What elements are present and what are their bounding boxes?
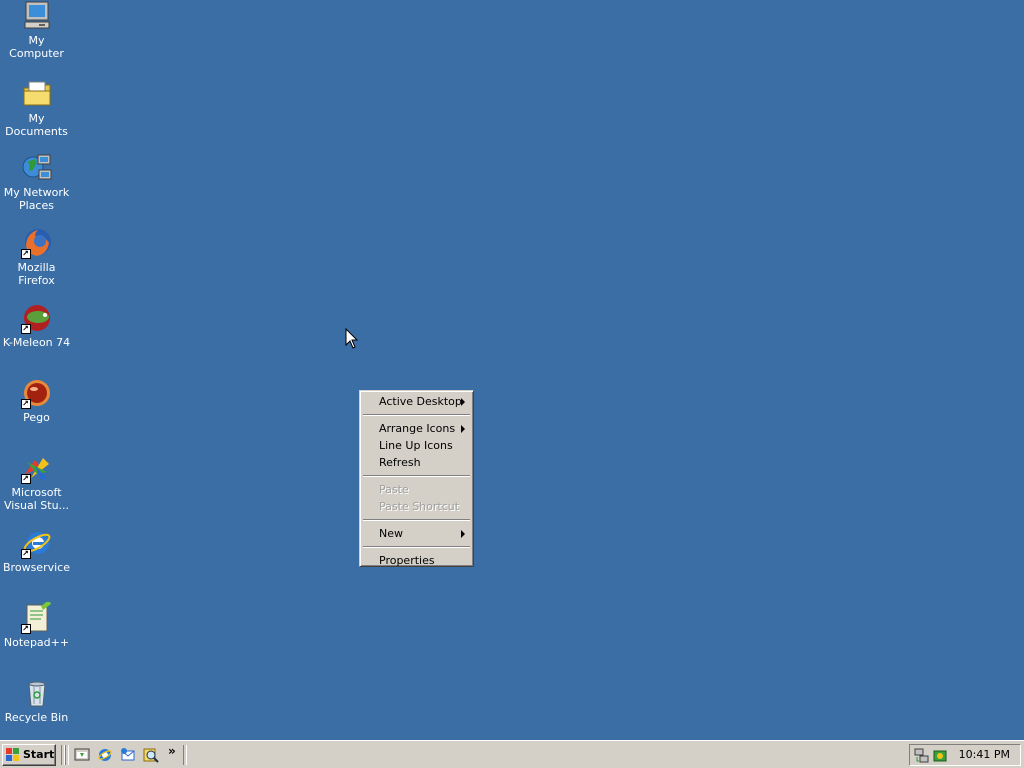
desktop-icon-notepad-plus-plus[interactable]: ↗ Notepad++ [0,600,73,649]
submenu-arrow-icon [461,425,465,433]
folder-icon [21,78,53,110]
menu-item-line-up-icons[interactable]: Line Up Icons [362,437,471,454]
ie-icon: ↗ [20,527,53,559]
desktop-icon-my-computer[interactable]: My Computer [0,0,73,60]
visual-studio-icon: ↗ [20,452,53,484]
notepad-icon: ↗ [20,600,53,634]
menu-item-label: Arrange Icons [379,422,456,435]
desktop-icon-browservice[interactable]: ↗ Browservice [0,527,73,574]
desktop-icon-label: My Network Places [3,186,70,212]
toolbar-grip[interactable] [65,745,69,765]
menu-separator [363,414,470,416]
desktop-icon-mozilla-firefox[interactable]: ↗ Mozilla Firefox [0,227,73,287]
desktop-icon-label: Notepad++ [3,636,70,649]
desktop-icon-visual-studio[interactable]: ↗ Microsoft Visual Stu... [0,452,73,512]
desktop-icon-recycle-bin[interactable]: Recycle Bin [0,677,73,724]
shortcut-arrow-icon: ↗ [20,474,31,484]
menu-item-label: Refresh [379,456,421,469]
desktop-icon-label: Microsoft Visual Stu... [3,486,70,512]
outlook-icon[interactable] [120,747,136,763]
computer-icon [21,0,53,32]
desktop-icon-k-meleon[interactable]: ↗ K-Meleon 74 [0,302,73,349]
menu-separator [363,546,470,548]
shortcut-arrow-icon: ↗ [20,624,31,634]
menu-item-active-desktop[interactable]: Active Desktop [362,393,471,410]
ie-icon[interactable] [97,747,113,763]
menu-item-refresh[interactable]: Refresh [362,454,471,471]
desktop-icon-my-documents[interactable]: My Documents [0,78,73,138]
system-tray: 10:41 PM [909,744,1021,766]
desktop-icon-label: Recycle Bin [4,711,69,724]
menu-item-label: Line Up Icons [379,439,453,452]
clock[interactable]: 10:41 PM [959,745,1010,765]
shortcut-arrow-icon: ↗ [20,399,31,409]
desktop-icon-label: My Computer [9,34,64,60]
menu-item-properties[interactable]: Properties [362,552,471,569]
start-button[interactable]: Start [2,744,56,766]
shortcut-arrow-icon: ↗ [20,549,31,559]
desktop-icon-label: Browservice [3,561,70,574]
recycle-bin-icon [21,677,53,709]
desktop-icon-label: My Documents [5,112,68,138]
start-label: Start [23,748,55,761]
submenu-arrow-icon [461,530,465,538]
desktop[interactable]: My Computer My Documents My Network Plac… [0,0,1024,740]
shortcut-arrow-icon: ↗ [20,324,31,334]
shortcut-arrow-icon: ↗ [20,249,31,259]
search-icon[interactable] [143,747,159,763]
desktop-icon-my-network-places[interactable]: My Network Places [0,152,73,212]
show-desktop-icon[interactable] [74,747,90,763]
desktop-icon-label: Pego [23,411,50,424]
menu-item-label: Paste [379,483,409,496]
menu-item-label: Paste Shortcut [379,500,460,513]
menu-item-label: Properties [379,554,435,567]
menu-separator [363,475,470,477]
menu-item-paste-shortcut: Paste Shortcut [362,498,471,515]
menu-item-new[interactable]: New [362,525,471,542]
network-tray-icon[interactable] [914,748,930,764]
pego-icon: ↗ [20,377,53,409]
menu-item-arrange-icons[interactable]: Arrange Icons [362,420,471,437]
windows-logo-icon [6,748,20,762]
submenu-arrow-icon [461,398,465,406]
menu-item-paste: Paste [362,481,471,498]
taskbar: Start » 10:41 PM [0,740,1024,768]
desktop-icon-label: K-Meleon 74 [2,336,71,349]
security-tray-icon[interactable] [932,748,948,764]
quick-launch-chevron[interactable]: » [168,744,176,758]
desktop-icon-label: Mozilla Firefox [17,261,56,287]
menu-separator [363,519,470,521]
menu-item-label: Active Desktop [379,395,462,408]
network-icon [21,152,53,184]
toolbar-grip[interactable] [183,745,187,765]
kmeleon-icon: ↗ [20,302,53,334]
desktop-context-menu[interactable]: Active Desktop Arrange Icons Line Up Ico… [359,390,474,567]
mouse-cursor-icon [345,327,359,350]
menu-item-label: New [379,527,403,540]
desktop-icon-pego[interactable]: ↗ Pego [0,377,73,424]
firefox-icon: ↗ [20,227,53,259]
